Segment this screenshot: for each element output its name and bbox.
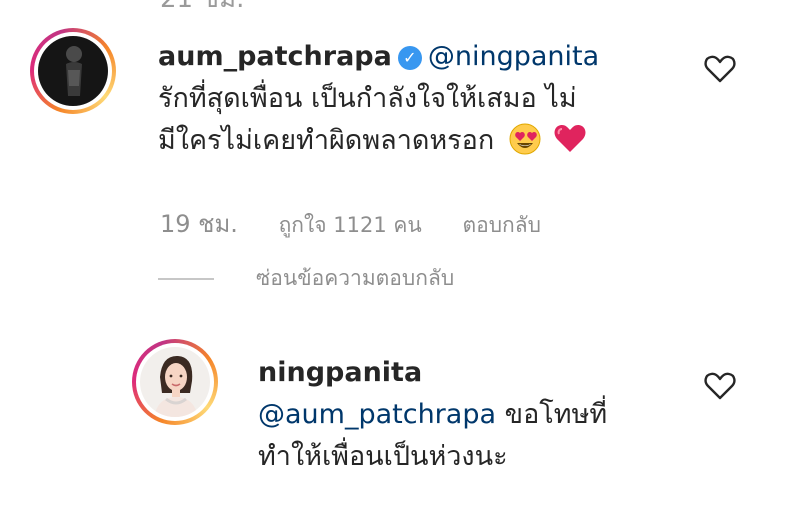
red-heart-emoji	[553, 123, 587, 168]
avatar-aum-patchrapa[interactable]	[30, 28, 116, 114]
comment-username[interactable]: aum_patchrapa	[158, 41, 392, 72]
avatar-ningpanita[interactable]	[132, 339, 218, 425]
divider-line	[158, 277, 214, 280]
hide-replies-button[interactable]: ซ่อนข้อความตอบกลับ	[158, 262, 454, 295]
comment-ningpanita: ningpanita @aum_patchrapa ขอโทษที่ ทำให้…	[258, 352, 607, 478]
heart-eyes-emoji	[509, 123, 541, 168]
likes-count[interactable]: ถูกใจ 1121 คน	[279, 213, 422, 237]
hide-replies-label: ซ่อนข้อความตอบกลับ	[256, 266, 455, 290]
comment-text-line: ทำให้เพื่อนเป็นห่วงนะ	[258, 441, 508, 472]
comment-username[interactable]: ningpanita	[258, 357, 422, 388]
verified-badge-icon: ✓	[397, 46, 422, 70]
avatar-photo-dark	[38, 36, 108, 106]
comment-mention[interactable]: @ningpanita	[428, 41, 599, 72]
comment-aum-patchrapa: aum_patchrapa ✓ @ningpanita รักที่สุดเพื่อ…	[158, 36, 599, 168]
avatar-photo-woman	[140, 347, 210, 417]
comment-text-line: มีใครไม่เคยทำผิดพลาดหรอก	[158, 125, 495, 156]
like-heart-icon[interactable]	[703, 54, 737, 84]
comment-meta: 19 ชม. ถูกใจ 1121 คน ตอบกลับ	[160, 204, 575, 243]
like-heart-icon[interactable]	[703, 371, 737, 401]
comment-time: 19 ชม.	[160, 210, 238, 238]
previous-timestamp: 21 ชม.	[160, 0, 244, 12]
comment-text-line: ขอโทษที่	[504, 399, 608, 430]
reply-button[interactable]: ตอบกลับ	[462, 213, 541, 237]
comment-mention[interactable]: @aum_patchrapa	[258, 399, 496, 430]
comment-text-line: รักที่สุดเพื่อน เป็นกำลังใจให้เสมอ ไม่	[158, 83, 577, 114]
